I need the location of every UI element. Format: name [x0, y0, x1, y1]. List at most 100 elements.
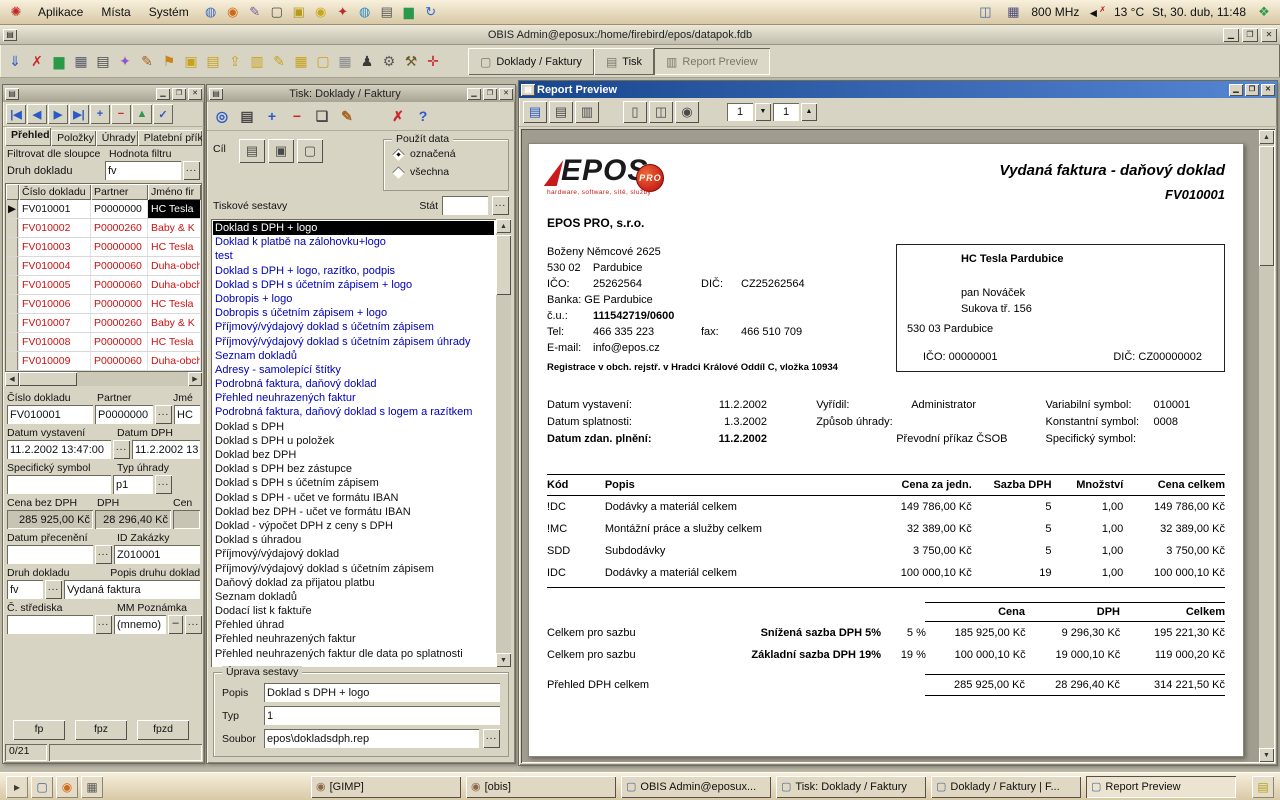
- report-item[interactable]: test: [213, 249, 494, 263]
- post-record-icon[interactable]: ✓: [153, 104, 173, 124]
- report-item[interactable]: Doklad s DPH + logo: [213, 221, 494, 235]
- radio-unselected-icon[interactable]: [392, 166, 405, 179]
- workspaces-icon[interactable]: ▦: [81, 776, 103, 798]
- close-button[interactable]: ✕: [188, 88, 202, 100]
- clock[interactable]: St, 30. dub, 11:48: [1152, 5, 1246, 19]
- page-up-button[interactable]: ▲: [801, 103, 817, 121]
- report-item[interactable]: Doklad s DPH u položek: [213, 434, 494, 448]
- preview-icon[interactable]: ◎: [210, 104, 234, 128]
- vystaveni-picker-button[interactable]: ...: [113, 440, 130, 459]
- table-row[interactable]: FV010008P0000000HC Tesla: [6, 333, 201, 352]
- column-header-partner[interactable]: Partner: [91, 184, 148, 200]
- network-icon[interactable]: ❖: [1254, 4, 1274, 20]
- report-item[interactable]: Přehled úhrad: [213, 618, 494, 632]
- add-report-icon[interactable]: +: [260, 104, 284, 128]
- partner-input[interactable]: P0000000: [95, 405, 153, 424]
- chart-icon[interactable]: ▆: [48, 48, 70, 74]
- window-menu-icon[interactable]: ▤: [209, 88, 223, 100]
- specificky-symbol-input[interactable]: [7, 475, 111, 494]
- notes-icon[interactable]: ▤: [1252, 776, 1274, 798]
- report-item[interactable]: Přehled neuhrazených faktur dle data po …: [213, 647, 494, 661]
- docs-tab[interactable]: Položky: [51, 130, 96, 146]
- table-row[interactable]: FV010004P0000060Duha-obch: [6, 257, 201, 276]
- popis-input[interactable]: Doklad s DPH + logo: [264, 683, 500, 702]
- edit-record-icon[interactable]: ▲: [132, 104, 152, 124]
- report-item[interactable]: Přehled neuhrazených faktur: [213, 632, 494, 646]
- distro-menu-icon[interactable]: ✺: [6, 4, 26, 20]
- docs-tab[interactable]: Úhrady: [96, 130, 138, 146]
- report-item[interactable]: Doklad k platbě na zálohovku+logo: [213, 235, 494, 249]
- close-icon[interactable]: ✗: [386, 104, 410, 128]
- taskbar-window-button[interactable]: ▢OBIS Admin@eposux...: [621, 776, 771, 798]
- partner-picker-button[interactable]: ...: [155, 405, 172, 424]
- display-icon[interactable]: ▢: [267, 4, 287, 20]
- report-item[interactable]: Doklad s DPH s účetním zápisem + logo: [213, 278, 494, 292]
- doc-export-icon[interactable]: ⇪: [224, 48, 246, 74]
- scrollbar-thumb[interactable]: [496, 235, 511, 295]
- report-item[interactable]: Dobropis + logo: [213, 292, 494, 306]
- edit-icon[interactable]: ✎: [136, 48, 158, 74]
- design-report-icon[interactable]: ✎: [335, 104, 359, 128]
- preceneni-picker-button[interactable]: ...: [95, 545, 112, 564]
- docs-tab[interactable]: Platební přík: [138, 130, 202, 146]
- table-row[interactable]: FV010009P0000060Duha-obch: [6, 352, 201, 371]
- window-menu-icon[interactable]: ▤: [5, 88, 19, 100]
- volume-muted-icon[interactable]: ◄✗: [1087, 5, 1106, 20]
- state-input[interactable]: [442, 196, 488, 215]
- cislo-input[interactable]: FV010001: [7, 405, 93, 424]
- terminal-icon[interactable]: ▸: [6, 776, 28, 798]
- scroll-right-button[interactable]: ▶: [188, 372, 202, 386]
- page-fit-icon[interactable]: ▯: [623, 101, 647, 123]
- globe-icon[interactable]: ◍: [355, 4, 375, 20]
- zakazka-input[interactable]: Z010001: [114, 545, 200, 564]
- maximize-button[interactable]: ❐: [1242, 28, 1258, 42]
- strediska-input[interactable]: [7, 615, 93, 634]
- doc-save-icon[interactable]: ▣: [180, 48, 202, 74]
- cpu-icon[interactable]: ▦: [1003, 4, 1023, 20]
- scroll-up-button[interactable]: ▲: [496, 219, 511, 233]
- print-icon[interactable]: ▤: [235, 104, 259, 128]
- taskbar-window-button[interactable]: ▢Doklady / Faktury | F...: [931, 776, 1081, 798]
- app-tab[interactable]: ▥Report Preview: [654, 48, 770, 75]
- druh-dokladu-input[interactable]: fv: [7, 580, 43, 599]
- search-icon[interactable]: ✦: [114, 48, 136, 74]
- scrollbar-thumb[interactable]: [1259, 146, 1274, 266]
- jmeno-input[interactable]: HC: [174, 405, 200, 424]
- help-icon[interactable]: ?: [411, 104, 435, 128]
- remove-report-icon[interactable]: −: [285, 104, 309, 128]
- column-header-jmeno[interactable]: Jméno fir: [148, 184, 201, 200]
- radio-selected-icon[interactable]: [392, 148, 405, 161]
- column-header-cislo[interactable]: Číslo dokladu: [19, 184, 91, 200]
- minimize-button[interactable]: ▁: [1229, 84, 1243, 96]
- typ-uhrady-input[interactable]: p1: [113, 475, 153, 494]
- menu-mista[interactable]: Místa: [95, 3, 136, 21]
- delete-record-icon[interactable]: −: [111, 104, 131, 124]
- soubor-input[interactable]: epos\dokladsdph.rep: [264, 729, 479, 748]
- poznamka-input[interactable]: (mnemo): [114, 615, 166, 634]
- typ-input[interactable]: 1: [264, 706, 500, 725]
- taskbar-window-button[interactable]: ◉[obis]: [466, 776, 616, 798]
- maximize-button[interactable]: ❐: [1245, 84, 1259, 96]
- report-item[interactable]: Doklad s DPH: [213, 420, 494, 434]
- report-item[interactable]: Doklad s DPH s účetním zápisem: [213, 476, 494, 490]
- report-item[interactable]: Seznam dokladů: [213, 590, 494, 604]
- scroll-down-button[interactable]: ▼: [496, 653, 511, 667]
- doc-archive-icon[interactable]: ▥: [246, 48, 268, 74]
- doc-window-icon[interactable]: ▢: [312, 48, 334, 74]
- scroll-up-button[interactable]: ▲: [1259, 130, 1274, 144]
- app-tab[interactable]: ▤Tisk: [594, 48, 654, 75]
- report-item[interactable]: Adresy - samolepící štítky: [213, 363, 494, 377]
- filter-column-select[interactable]: Druh dokladu: [7, 165, 103, 177]
- doc-box-icon[interactable]: ▦: [290, 48, 312, 74]
- epos-app-icon[interactable]: ✦: [333, 4, 353, 20]
- page-down-button[interactable]: ▼: [755, 103, 771, 121]
- doc-print-icon[interactable]: ▤: [202, 48, 224, 74]
- preview-canvas[interactable]: EPOS PRO hardware, software, sítě, služb…: [521, 129, 1275, 763]
- report-item[interactable]: Příjmový/výdajový doklad s účetním zápis…: [213, 320, 494, 334]
- close-button[interactable]: ✕: [1261, 28, 1277, 42]
- druh-dokladu-picker-button[interactable]: ...: [45, 580, 62, 599]
- person-icon[interactable]: ♟: [356, 48, 378, 74]
- flag-icon[interactable]: ⚑: [158, 48, 180, 74]
- menu-aplikace[interactable]: Aplikace: [32, 3, 89, 21]
- target-screen-button[interactable]: ▢: [297, 139, 323, 163]
